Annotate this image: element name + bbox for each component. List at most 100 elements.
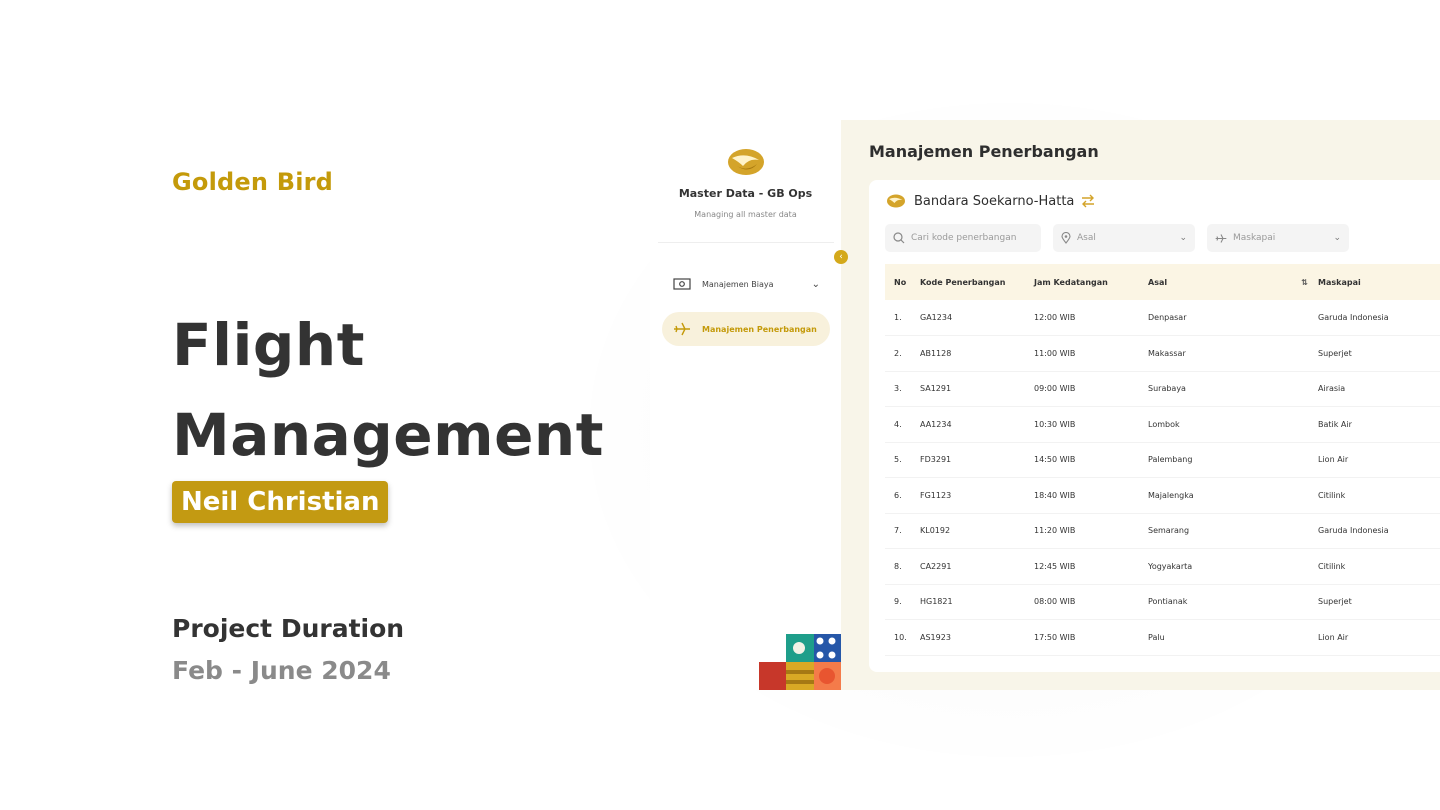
maskapai-placeholder: Maskapai — [1233, 233, 1276, 243]
sidebar-item-label: Manajemen Penerbangan — [702, 324, 817, 334]
cell-jam: 11:20 WIB — [1034, 513, 1148, 549]
cell-kode: FD3291 — [920, 442, 1034, 478]
app-mockup: Master Data - GB Ops Managing all master… — [650, 120, 1440, 690]
cell-no: 8. — [885, 548, 920, 585]
cell-jam: 17:50 WIB — [1034, 619, 1148, 656]
flight-table: No Kode Penerbangan Jam Kedatangan Asal ⇅… — [885, 264, 1440, 656]
brand-name: Golden Bird — [172, 168, 334, 196]
cell-asal: Lombok — [1148, 406, 1318, 443]
cell-jam: 14:50 WIB — [1034, 442, 1148, 478]
cell-asal: Semarang — [1148, 513, 1318, 549]
cell-kode: GA1234 — [920, 300, 1034, 336]
hero-title: Flight Management — [172, 300, 604, 480]
airplane-icon — [1215, 233, 1227, 243]
column-header-kode: Kode Penerbangan — [920, 264, 1034, 300]
filter-bar: Cari kode penerbangan Asal ⌄ Maskapai ⌄ — [885, 224, 1361, 252]
cell-jam: 10:30 WIB — [1034, 406, 1148, 443]
table-row[interactable]: 5. FD3291 14:50 WIB Palembang Lion Air — [885, 442, 1440, 478]
cell-jam: 08:00 WIB — [1034, 584, 1148, 620]
cell-no: 2. — [885, 335, 920, 372]
cell-maskapai: Garuda Indonesia — [1318, 300, 1440, 336]
cell-no: 4. — [885, 406, 920, 443]
sort-icon[interactable]: ⇅ — [1301, 278, 1308, 287]
sidebar-divider — [658, 242, 834, 243]
table-row[interactable]: 4. AA1234 10:30 WIB Lombok Batik Air — [885, 406, 1440, 443]
page-title: Manajemen Penerbangan — [869, 142, 1099, 161]
cell-asal: Palembang — [1148, 442, 1318, 478]
cell-maskapai: Lion Air — [1318, 619, 1440, 656]
search-placeholder: Cari kode penerbangan — [911, 233, 1017, 243]
cell-maskapai: Lion Air — [1318, 442, 1440, 478]
money-icon — [672, 276, 692, 292]
asal-placeholder: Asal — [1077, 233, 1096, 243]
column-header-jam: Jam Kedatangan — [1034, 264, 1148, 300]
swap-icon[interactable] — [1080, 194, 1096, 208]
author-badge: Neil Christian — [172, 481, 389, 523]
cell-asal: Yogyakarta — [1148, 548, 1318, 585]
cell-kode: AB1128 — [920, 335, 1034, 372]
maskapai-select[interactable]: Maskapai ⌄ — [1207, 224, 1349, 252]
cell-maskapai: Superjet — [1318, 335, 1440, 372]
cell-asal: Makassar — [1148, 335, 1318, 372]
asal-select[interactable]: Asal ⌄ — [1053, 224, 1195, 252]
cell-kode: FG1123 — [920, 477, 1034, 514]
column-header-maskapai-label: Maskapai — [1318, 277, 1361, 287]
cell-asal: Denpasar — [1148, 300, 1318, 336]
golden-bird-logo-icon — [887, 194, 905, 208]
cell-asal: Palu — [1148, 619, 1318, 656]
table-header-row: No Kode Penerbangan Jam Kedatangan Asal ⇅… — [885, 264, 1440, 300]
sidebar-item-manajemen-biaya[interactable]: Manajemen Biaya ⌄ — [662, 267, 830, 301]
sidebar: Master Data - GB Ops Managing all master… — [650, 120, 841, 690]
cell-kode: AS1923 — [920, 619, 1034, 656]
table-row[interactable]: 8. CA2291 12:45 WIB Yogyakarta Citilink — [885, 548, 1440, 585]
flight-card: Bandara Soekarno-Hatta Cari kode penerba… — [869, 180, 1440, 672]
cell-no: 7. — [885, 513, 920, 549]
sidebar-item-label: Manajemen Biaya — [702, 279, 774, 289]
cell-jam: 18:40 WIB — [1034, 477, 1148, 514]
column-header-asal-label: Asal — [1148, 277, 1168, 287]
cell-jam: 12:45 WIB — [1034, 548, 1148, 585]
decorative-illustration — [759, 634, 841, 690]
cell-maskapai: Citilink — [1318, 477, 1440, 514]
cell-maskapai: Citilink — [1318, 548, 1440, 585]
hero-title-line1: Flight — [172, 311, 365, 379]
table-row[interactable]: 9. HG1821 08:00 WIB Pontianak Superjet — [885, 584, 1440, 620]
table-row[interactable]: 2. AB1128 11:00 WIB Makassar Superjet — [885, 335, 1440, 372]
chevron-down-icon: ⌄ — [1333, 233, 1341, 243]
airport-header: Bandara Soekarno-Hatta — [885, 193, 1096, 209]
sidebar-collapse-button[interactable]: ‹ — [834, 250, 848, 264]
cell-kode: KL0192 — [920, 513, 1034, 549]
cell-asal: Pontianak — [1148, 584, 1318, 620]
cell-kode: CA2291 — [920, 548, 1034, 585]
cell-no: 9. — [885, 584, 920, 620]
duration-value: Feb - June 2024 — [172, 656, 391, 685]
search-icon — [893, 232, 905, 244]
column-header-asal[interactable]: Asal ⇅ — [1148, 264, 1318, 300]
cell-no: 5. — [885, 442, 920, 478]
cell-maskapai: Garuda Indonesia — [1318, 513, 1440, 549]
cell-kode: HG1821 — [920, 584, 1034, 620]
column-header-no: No — [885, 264, 920, 300]
cell-kode: SA1291 — [920, 371, 1034, 407]
table-row[interactable]: 3. SA1291 09:00 WIB Surabaya Airasia — [885, 371, 1440, 407]
cell-no: 1. — [885, 300, 920, 336]
cell-jam: 12:00 WIB — [1034, 300, 1148, 336]
column-header-maskapai[interactable]: Maskapai⇅ — [1318, 264, 1440, 300]
table-row[interactable]: 10. AS1923 17:50 WIB Palu Lion Air — [885, 619, 1440, 656]
sidebar-subtitle: Managing all master data — [694, 210, 797, 219]
table-row[interactable]: 7. KL0192 11:20 WIB Semarang Garuda Indo… — [885, 513, 1440, 549]
cell-asal: Surabaya — [1148, 371, 1318, 407]
sidebar-item-manajemen-penerbangan[interactable]: Manajemen Penerbangan — [662, 312, 830, 346]
search-input[interactable]: Cari kode penerbangan — [885, 224, 1041, 252]
cell-maskapai: Airasia — [1318, 371, 1440, 407]
cell-no: 10. — [885, 619, 920, 656]
chevron-down-icon[interactable]: ⌄ — [812, 279, 820, 290]
cell-jam: 11:00 WIB — [1034, 335, 1148, 372]
table-row[interactable]: 6. FG1123 18:40 WIB Majalengka Citilink — [885, 477, 1440, 514]
chevron-down-icon: ⌄ — [1179, 233, 1187, 243]
airplane-icon — [672, 321, 692, 337]
airport-name: Bandara Soekarno-Hatta — [914, 193, 1075, 209]
table-row[interactable]: 1. GA1234 12:00 WIB Denpasar Garuda Indo… — [885, 300, 1440, 336]
cell-maskapai: Batik Air — [1318, 406, 1440, 443]
hero-title-line2: Management — [172, 401, 604, 469]
